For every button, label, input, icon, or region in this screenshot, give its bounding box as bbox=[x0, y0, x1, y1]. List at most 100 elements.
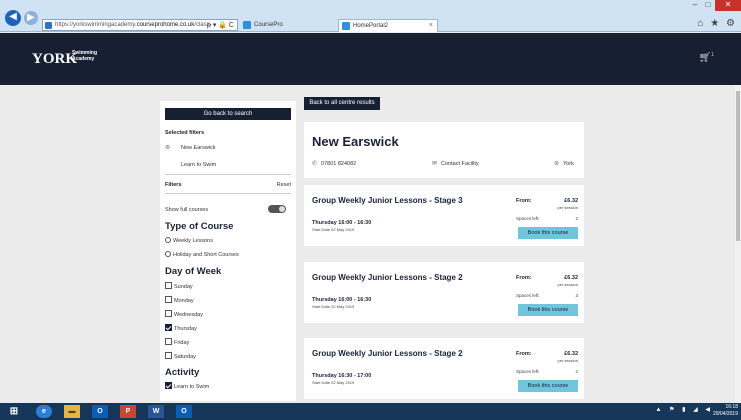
course-title[interactable]: Group Weekly Junior Lessons - Stage 2 bbox=[312, 349, 463, 358]
filter-sidebar: Go back to search Selected filters ⊚ New… bbox=[160, 101, 296, 401]
york-swimming-logo[interactable]: YORK Swimming Academy bbox=[32, 50, 97, 68]
reset-filters-link[interactable]: Reset bbox=[277, 182, 291, 188]
show-full-courses-label: Show full courses bbox=[165, 207, 209, 213]
course-price: £6.32 bbox=[564, 198, 578, 204]
outlook-icon[interactable]: O bbox=[176, 405, 192, 418]
close-window-button[interactable]: ✕ bbox=[715, 0, 741, 11]
day-option-label: Saturday bbox=[174, 354, 197, 360]
location-pin-icon: ⊚ bbox=[165, 145, 171, 151]
powerpoint-icon[interactable]: P bbox=[120, 405, 136, 418]
radio-button-icon[interactable] bbox=[165, 251, 171, 257]
taskbar-clock[interactable]: 16:18 29/04/2019 bbox=[713, 404, 738, 418]
tab-homeportal2[interactable]: HomePortal2 × bbox=[338, 19, 438, 32]
minimize-button[interactable]: – bbox=[689, 0, 701, 11]
checkbox-icon[interactable] bbox=[165, 296, 172, 303]
contact-label: Contact Facility bbox=[441, 161, 479, 167]
url-domain: courseprohome.co.uk bbox=[136, 22, 195, 28]
checkbox-checked-icon[interactable] bbox=[165, 382, 172, 389]
outlook-icon[interactable]: O bbox=[92, 405, 108, 418]
type-option-label: Weekly Lessons bbox=[173, 238, 213, 244]
maximize-button[interactable]: □ bbox=[702, 0, 714, 11]
site-header: YORK Swimming Academy 🛒︎1 bbox=[0, 33, 741, 85]
type-option-holiday[interactable]: Holiday and Short Courses bbox=[165, 251, 239, 258]
spaces-left-label: Spaces left: bbox=[516, 216, 540, 221]
course-start-date: Start Date 02 May 2019 bbox=[312, 227, 355, 232]
day-option-label: Thursday bbox=[174, 326, 197, 332]
show-full-courses-toggle[interactable] bbox=[268, 205, 286, 213]
selected-location-filter[interactable]: New Earswick bbox=[181, 145, 216, 151]
checkbox-icon[interactable] bbox=[165, 310, 172, 317]
course-price: £6.32 bbox=[564, 275, 578, 281]
back-to-centre-results-button[interactable]: Back to all centre results bbox=[304, 97, 380, 110]
type-option-label: Holiday and Short Courses bbox=[173, 252, 239, 258]
browser-tool-icons[interactable]: ⌂ ★ ⚙ bbox=[697, 18, 737, 29]
address-bar[interactable]: https://yorkswimmingacademy.courseprohom… bbox=[42, 19, 238, 31]
logo-sub-line2: Academy bbox=[72, 56, 95, 62]
course-card: Group Weekly Junior Lessons - Stage 3 Th… bbox=[304, 185, 584, 246]
from-label: From: bbox=[516, 275, 532, 281]
phone-icon: ✆ bbox=[312, 161, 318, 167]
course-price: £6.32 bbox=[564, 351, 578, 357]
course-start-date: Start Date 02 May 2019 bbox=[312, 304, 355, 309]
course-title[interactable]: Group Weekly Junior Lessons - Stage 2 bbox=[312, 273, 463, 282]
windows-taskbar: ⊞ e ▬ O P W O ▲ ⚑ ▮ ◢ ◀ 16:18 29/04/2019 bbox=[0, 403, 741, 420]
selected-activity-filter[interactable]: Learn to Swim bbox=[181, 162, 216, 168]
day-option-saturday[interactable]: Saturday bbox=[165, 352, 196, 360]
selected-filters-label: Selected filters bbox=[165, 130, 205, 136]
type-of-course-heading: Type of Course bbox=[165, 221, 234, 232]
logo-sub-text: Swimming Academy bbox=[72, 50, 97, 62]
day-option-label: Wednesday bbox=[174, 312, 203, 318]
activity-option-learn-to-swim[interactable]: Learn to Swim bbox=[165, 382, 209, 390]
spaces-left-label: Spaces left: bbox=[516, 369, 540, 374]
course-title[interactable]: Group Weekly Junior Lessons - Stage 3 bbox=[312, 196, 463, 205]
day-option-wednesday[interactable]: Wednesday bbox=[165, 310, 203, 318]
back-to-search-button[interactable]: Go back to search bbox=[165, 108, 291, 120]
spaces-left-count: 2 bbox=[575, 216, 578, 221]
checkbox-icon[interactable] bbox=[165, 338, 172, 345]
word-icon[interactable]: W bbox=[148, 405, 164, 418]
start-windows-icon[interactable]: ⊞ bbox=[6, 405, 22, 418]
checkbox-icon[interactable] bbox=[165, 282, 172, 289]
internet-explorer-icon[interactable]: e bbox=[36, 405, 52, 418]
forward-arrow-icon[interactable]: ▶ bbox=[24, 11, 38, 25]
book-course-button[interactable]: Book this course bbox=[518, 380, 578, 392]
price-per-session: per session bbox=[557, 205, 578, 210]
day-option-sunday[interactable]: Sunday bbox=[165, 282, 193, 290]
page-scrollbar[interactable] bbox=[735, 85, 741, 403]
scrollbar-thumb[interactable] bbox=[736, 91, 740, 241]
book-course-button[interactable]: Book this course bbox=[518, 227, 578, 239]
centre-location[interactable]: ⊚ York bbox=[554, 160, 574, 167]
cart-button[interactable]: 🛒︎1 bbox=[699, 52, 714, 63]
price-per-session: per session bbox=[557, 282, 578, 287]
tab-label: CoursePro bbox=[254, 22, 283, 28]
day-option-friday[interactable]: Friday bbox=[165, 338, 189, 346]
day-option-label: Sunday bbox=[174, 284, 193, 290]
spaces-left-label: Spaces left: bbox=[516, 293, 540, 298]
type-option-weekly[interactable]: Weekly Lessons bbox=[165, 237, 213, 244]
centre-phone[interactable]: ✆ 07801 824082 bbox=[312, 160, 356, 167]
spaces-left-count: 3 bbox=[575, 293, 578, 298]
file-explorer-icon[interactable]: ▬ bbox=[64, 405, 80, 418]
radio-button-icon[interactable] bbox=[165, 237, 171, 243]
course-card: Group Weekly Junior Lessons - Stage 2 Th… bbox=[304, 262, 584, 323]
back-arrow-icon[interactable]: ◀ bbox=[5, 10, 21, 26]
book-course-button[interactable]: Book this course bbox=[518, 304, 578, 316]
divider bbox=[165, 174, 291, 175]
contact-facility-link[interactable]: ✉ Contact Facility bbox=[432, 160, 479, 167]
tab-coursepro[interactable]: CoursePro bbox=[240, 19, 330, 32]
day-option-monday[interactable]: Monday bbox=[165, 296, 194, 304]
system-tray-icons[interactable]: ▲ ⚑ ▮ ◢ ◀ bbox=[655, 406, 713, 413]
tab-favicon-icon bbox=[342, 22, 350, 30]
course-time: Thursday 16:00 - 16:30 bbox=[312, 297, 372, 303]
address-tools[interactable]: ρ ▾ 🔒 C bbox=[207, 20, 234, 30]
price-per-session: per session bbox=[557, 358, 578, 363]
divider bbox=[165, 193, 291, 194]
location-label: York bbox=[563, 161, 574, 167]
checkbox-checked-icon[interactable] bbox=[165, 324, 172, 331]
checkbox-icon[interactable] bbox=[165, 352, 172, 359]
day-of-week-heading: Day of Week bbox=[165, 266, 222, 277]
course-time: Thursday 16:00 - 16:30 bbox=[312, 220, 372, 226]
day-option-thursday[interactable]: Thursday bbox=[165, 324, 197, 332]
tab-close-icon[interactable]: × bbox=[429, 20, 433, 32]
activity-heading: Activity bbox=[165, 367, 200, 378]
